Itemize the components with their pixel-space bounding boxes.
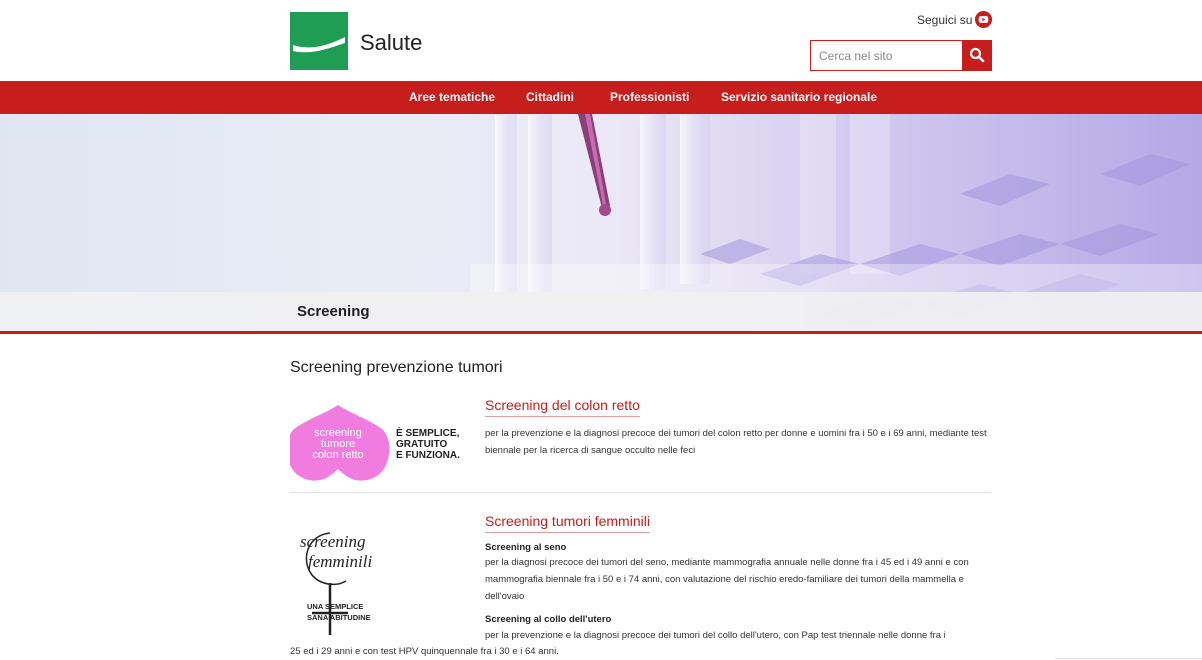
follow-label: Seguici su bbox=[917, 13, 973, 27]
female-tagline-line1: UNA SEMPLICE bbox=[307, 602, 363, 611]
footer-line bbox=[1055, 658, 1202, 659]
breast-screening-text: per la diagnosi precoce dei tumori del s… bbox=[485, 557, 969, 602]
search-icon bbox=[969, 47, 985, 63]
colon-slogan-line3: E FUNZIONA. bbox=[396, 450, 460, 461]
region-logo[interactable] bbox=[290, 12, 348, 70]
colon-screening-link[interactable]: Screening del colon retto bbox=[485, 397, 640, 417]
region-flag-icon bbox=[293, 15, 345, 67]
colon-slogan-line2: GRATUITO bbox=[396, 439, 448, 450]
cervical-screening-text: per la prevenzione e la diagnosi precoce… bbox=[485, 630, 946, 641]
colon-screening-logo[interactable]: screening tumore colon retto È SEMPLICE,… bbox=[290, 403, 474, 483]
nav-item-professionisti[interactable]: Professionisti bbox=[610, 90, 689, 104]
item-divider bbox=[290, 492, 991, 493]
breast-screening-heading: Screening al seno bbox=[485, 542, 567, 553]
female-logo-line2: femminili bbox=[308, 552, 372, 571]
page-title: Screening bbox=[297, 303, 370, 320]
nav-item-cittadini[interactable]: Cittadini bbox=[526, 90, 574, 104]
female-screening-logo[interactable]: screening femminili UNA SEMPLICE SANA AB… bbox=[290, 525, 410, 635]
nav-item-servizio-sanitario[interactable]: Servizio sanitario regionale bbox=[721, 90, 877, 104]
hero-title-bar bbox=[0, 292, 1202, 331]
site-header: Salute Seguici su bbox=[0, 0, 1202, 81]
search-input[interactable] bbox=[811, 41, 961, 70]
main-nav: Aree tematiche Cittadini Professionisti … bbox=[0, 81, 1202, 114]
youtube-icon[interactable] bbox=[974, 10, 993, 29]
colon-logo-line3: colon retto bbox=[312, 449, 363, 461]
cervical-screening-text-cont: 25 ed i 29 anni e con test HPV quinquenn… bbox=[290, 646, 559, 657]
cervical-screening-heading: Screening al collo dell'utero bbox=[485, 614, 612, 625]
colon-screening-text: per la prevenzione e la diagnosi precoce… bbox=[485, 428, 987, 456]
section-heading: Screening prevenzione tumori bbox=[290, 359, 503, 376]
hero-banner: Screening bbox=[0, 114, 1202, 334]
female-screening-link[interactable]: Screening tumori femminili bbox=[485, 513, 650, 533]
female-logo-line1: screening bbox=[300, 532, 365, 551]
search-button[interactable] bbox=[962, 40, 992, 71]
colon-slogan-line1: È SEMPLICE, bbox=[396, 426, 460, 439]
search-box bbox=[810, 40, 992, 71]
nav-item-aree-tematiche[interactable]: Aree tematiche bbox=[409, 90, 495, 104]
female-tagline-line2: SANA ABITUDINE bbox=[307, 613, 371, 622]
site-title[interactable]: Salute bbox=[360, 30, 422, 56]
hero-divider bbox=[0, 331, 1202, 334]
